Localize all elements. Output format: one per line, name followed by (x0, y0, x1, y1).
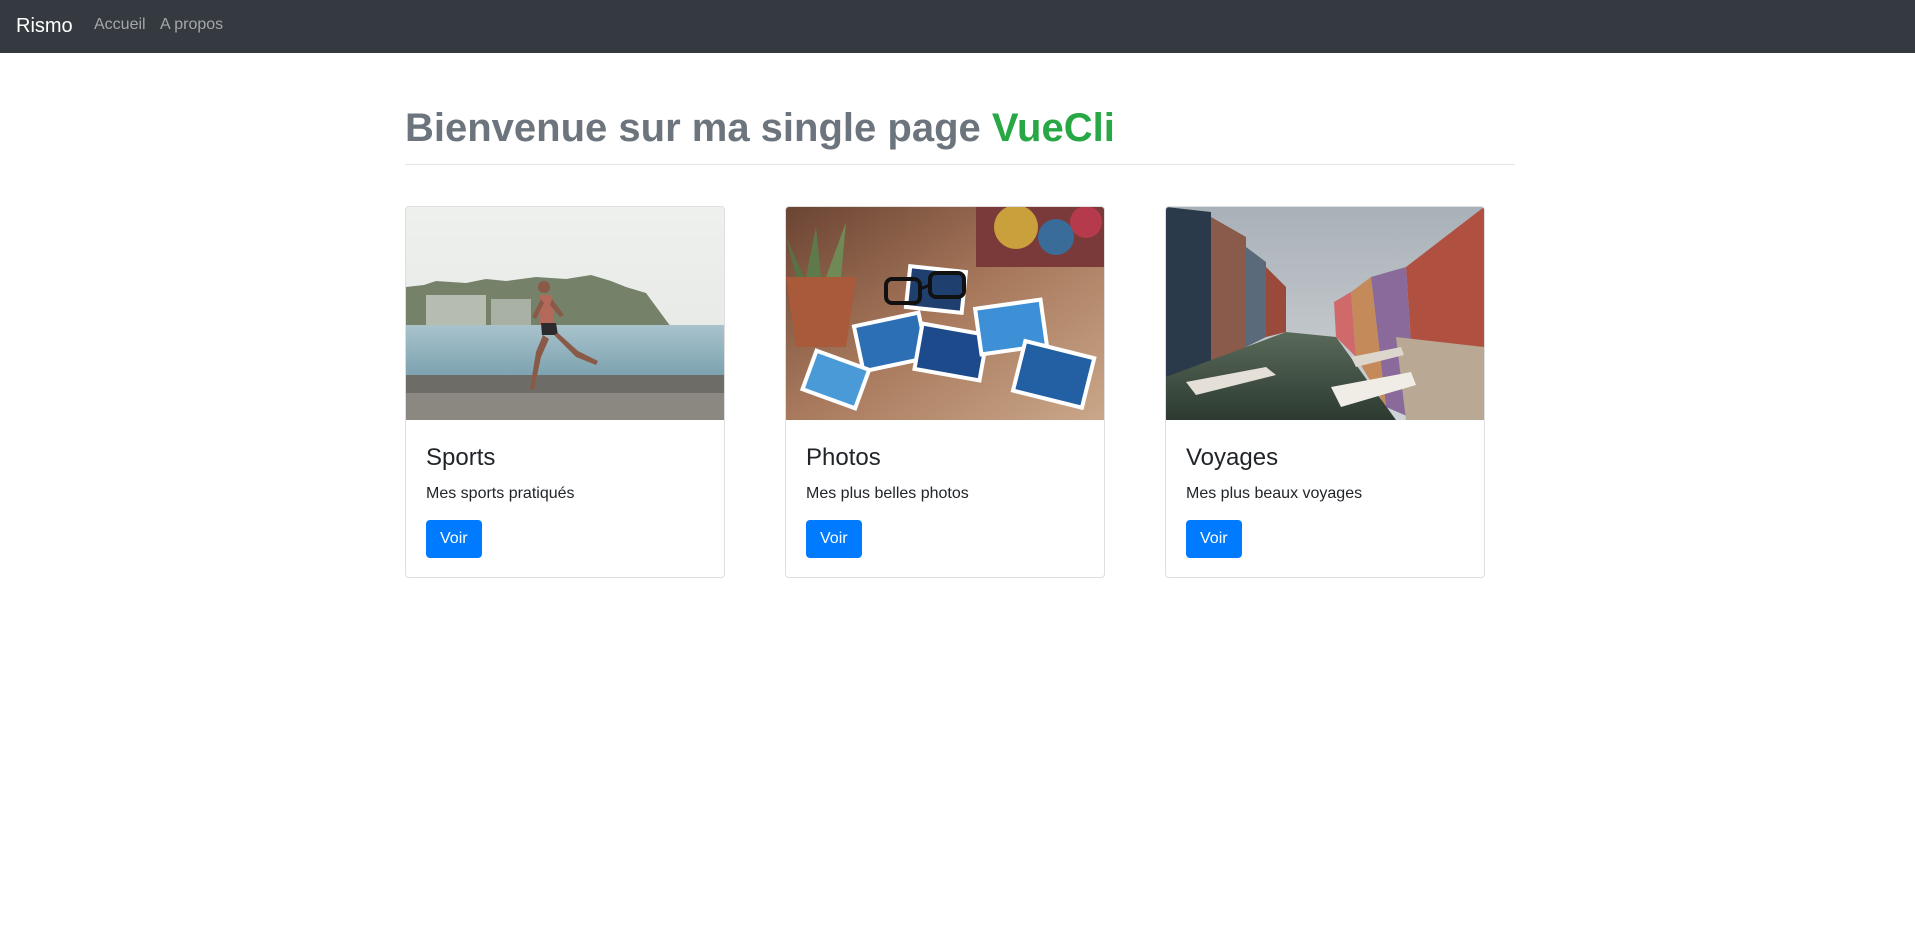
voir-button-photos[interactable]: Voir (806, 520, 862, 558)
card-text: Mes plus belles photos (806, 485, 969, 502)
nav-link-a-propos[interactable]: A propos (160, 15, 223, 35)
page-title-prefix: Bienvenue sur ma single page (405, 106, 992, 150)
nav-link-accueil[interactable]: Accueil (94, 15, 146, 35)
card-title: Photos (806, 444, 881, 471)
card-image-photos (786, 207, 1104, 420)
card-photos: Photos Mes plus belles photos Voir (785, 206, 1105, 578)
card-voyages: Voyages Mes plus beaux voyages Voir (1165, 206, 1485, 578)
navbar: Rismo Accueil A propos (0, 0, 1915, 53)
card-image-voyages (1166, 207, 1484, 420)
card-image-sports (406, 207, 724, 420)
voir-button-sports[interactable]: Voir (426, 520, 482, 558)
card-sports: Sports Mes sports pratiqués Voir (405, 206, 725, 578)
card-text: Mes plus beaux voyages (1186, 485, 1363, 502)
brand-link[interactable]: Rismo (16, 13, 73, 39)
card-title: Sports (426, 444, 496, 471)
heading-divider (405, 164, 1515, 165)
card-text: Mes sports pratiqués (426, 485, 575, 502)
card-title: Voyages (1186, 444, 1279, 471)
page-title-accent: VueCli (991, 106, 1115, 150)
voir-button-voyages[interactable]: Voir (1186, 520, 1242, 558)
page-title: Bienvenue sur ma single page VueCli (405, 104, 1115, 152)
